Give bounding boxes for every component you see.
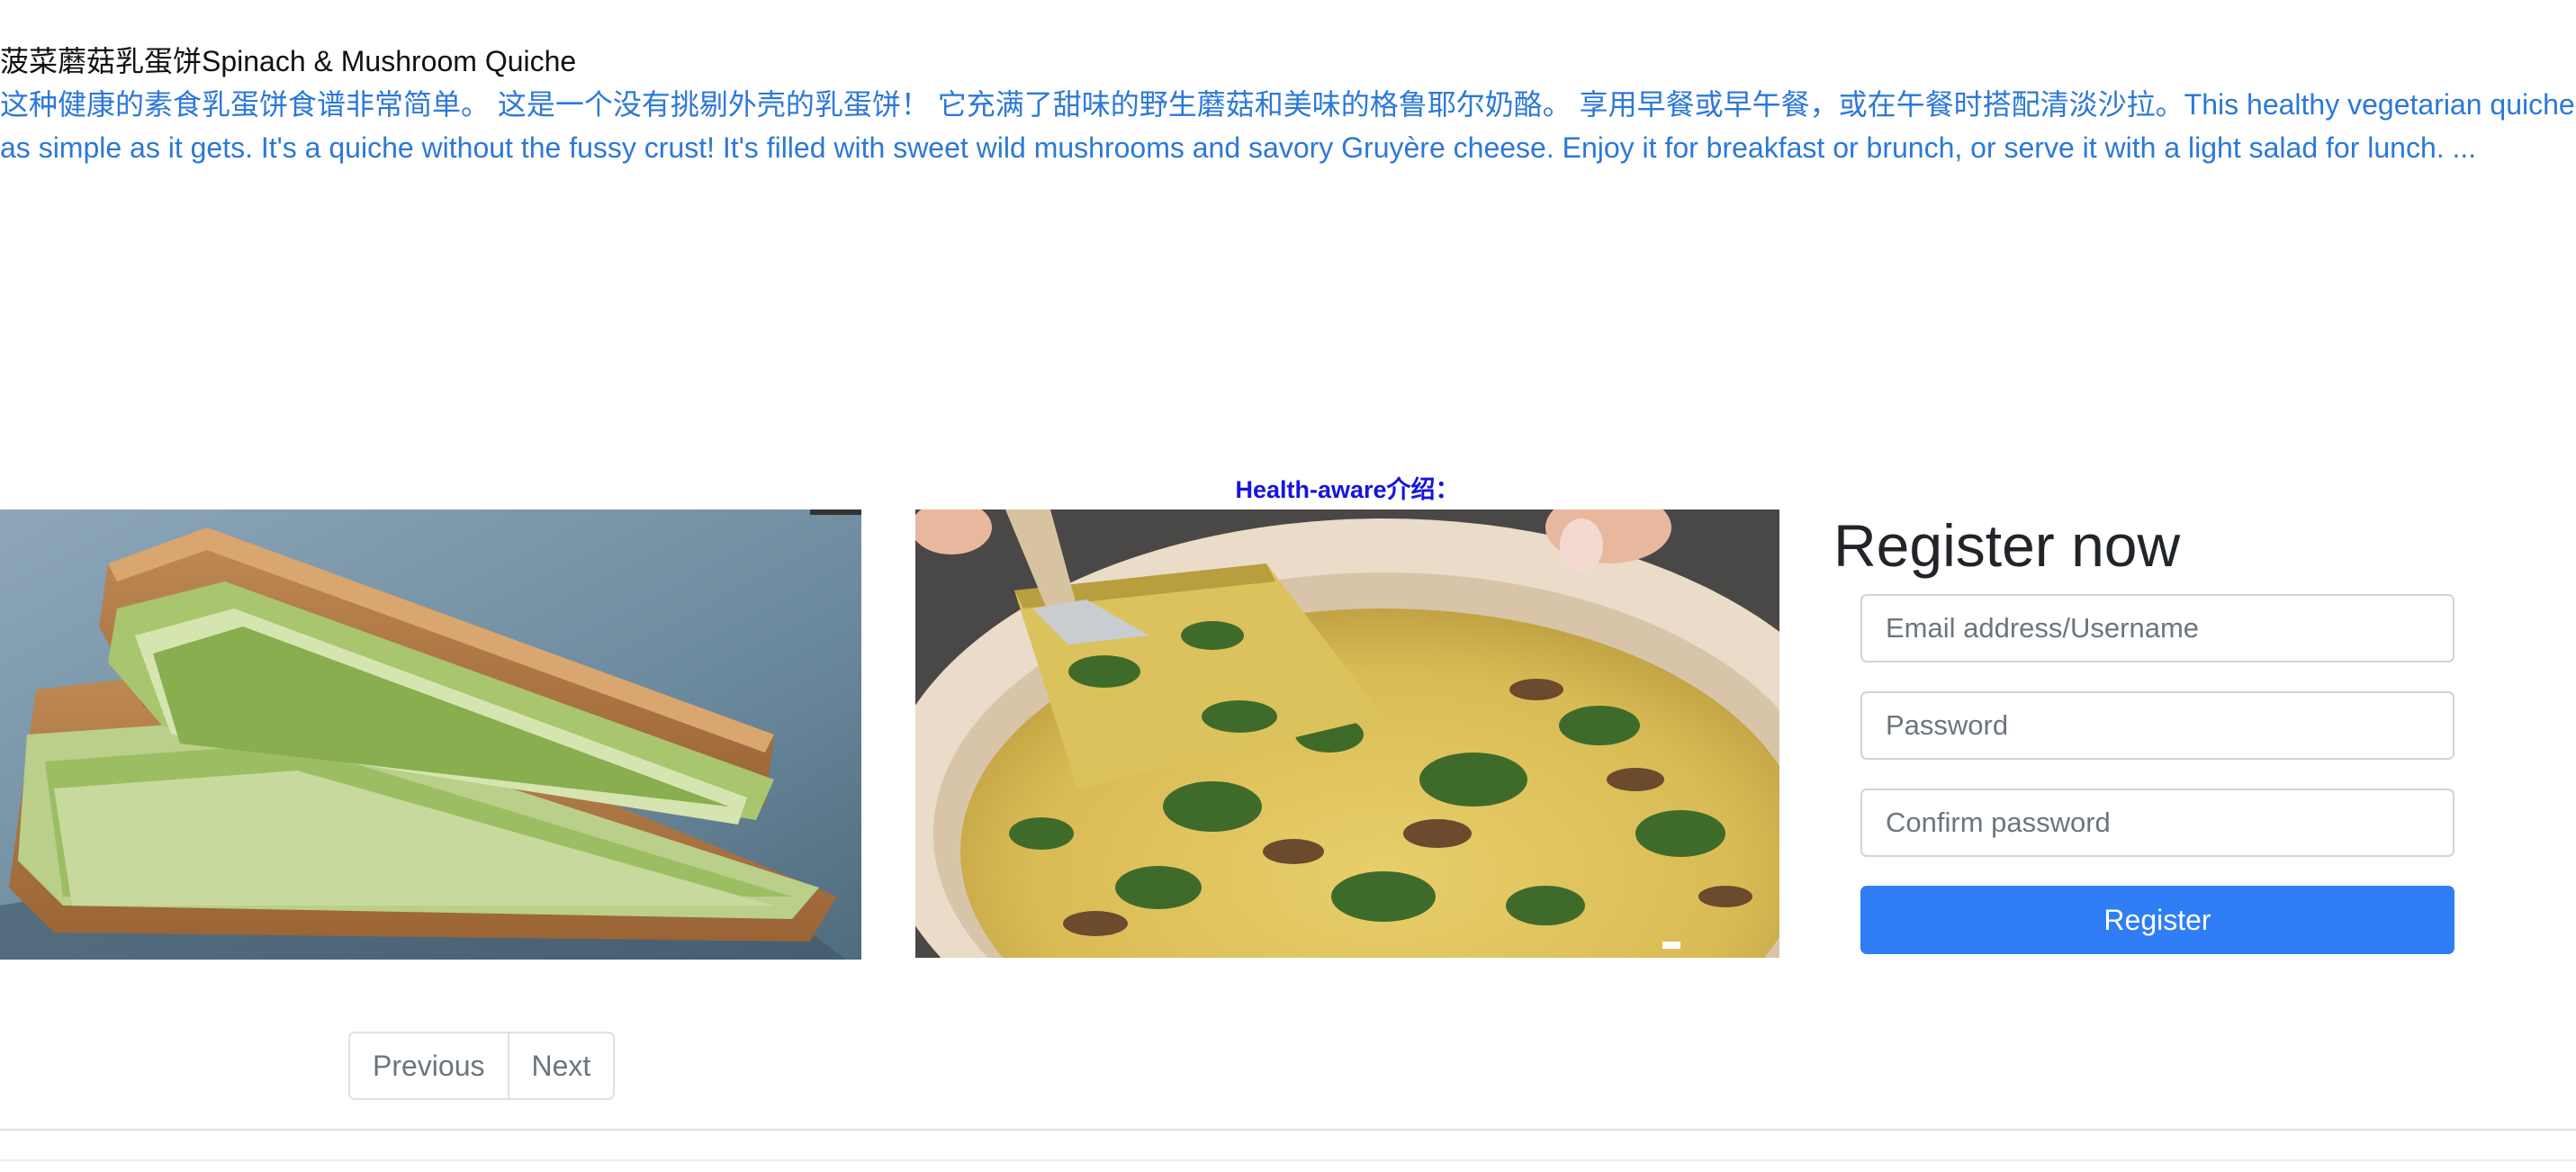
recipe-description-line: as simple as it gets. It's a quiche with… bbox=[0, 131, 2477, 164]
cucumber-sandwich-image bbox=[0, 509, 861, 960]
next-button[interactable]: Next bbox=[507, 1033, 614, 1098]
pagination: Previous Next bbox=[348, 1032, 616, 1100]
page: 菠菜蘑菇乳蛋饼Spinach & Mushroom Quiche 这种健康的素食… bbox=[0, 0, 2576, 1172]
gallery-caption: Health-aware介绍： bbox=[1235, 476, 1460, 503]
previous-button[interactable]: Previous bbox=[350, 1033, 508, 1098]
recipe-title: 菠菜蘑菇乳蛋饼Spinach & Mushroom Quiche bbox=[0, 45, 577, 77]
divider bbox=[0, 1129, 2576, 1131]
confirm-password-field[interactable] bbox=[1860, 789, 2454, 857]
recipe-description-line: 这种健康的素食乳蛋饼食谱非常简单。 这是一个没有挑剔外壳的乳蛋饼！ 它充满了甜味… bbox=[0, 88, 2576, 121]
password-field[interactable] bbox=[1860, 691, 2454, 760]
quiche-image bbox=[915, 509, 1779, 958]
register-button[interactable]: Register bbox=[1860, 886, 2454, 954]
register-heading: Register now bbox=[1833, 512, 2181, 579]
divider bbox=[0, 1159, 2576, 1161]
email-field[interactable] bbox=[1860, 594, 2454, 663]
recipe-description-link[interactable]: 这种健康的素食乳蛋饼食谱非常简单。 这是一个没有挑剔外壳的乳蛋饼！ 它充满了甜味… bbox=[0, 83, 2576, 169]
